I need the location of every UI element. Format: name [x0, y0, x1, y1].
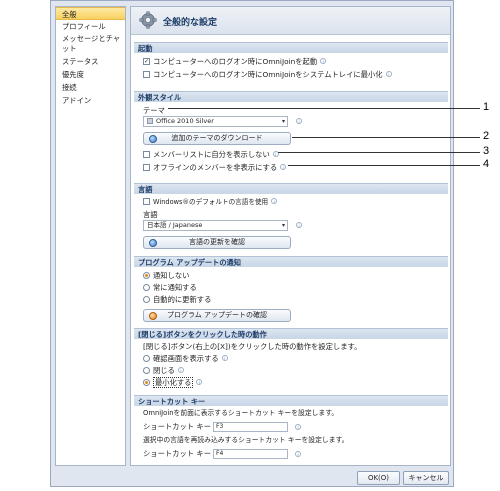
info-icon[interactable]: i: [296, 118, 302, 124]
info-icon[interactable]: i: [295, 424, 301, 430]
update-icon: [149, 312, 157, 320]
callout-line-1: [168, 108, 480, 109]
panel-header: 全般的な設定: [131, 7, 450, 35]
radio-auto[interactable]: [143, 295, 150, 303]
download-icon: [149, 135, 157, 143]
cancel-button[interactable]: キャンセル: [403, 471, 449, 485]
ok-button[interactable]: OK(O): [357, 471, 400, 485]
theme-icon: [147, 118, 153, 124]
info-icon[interactable]: i: [280, 164, 287, 170]
section-shortcut: ショートカット キー: [134, 395, 448, 406]
radio-minimize[interactable]: [143, 378, 150, 386]
info-icon[interactable]: i: [196, 379, 203, 385]
callout-2: 2: [483, 130, 490, 142]
settings-panel: 全般的な設定 起動 ✓ コンピューターへのログオン時にOmniJoinを起動 i コ…: [130, 6, 451, 466]
radio-close[interactable]: [143, 366, 150, 374]
theme-label: テーマ: [143, 106, 165, 115]
refresh-icon: [149, 239, 157, 247]
sidebar-item-messages[interactable]: メッセージとチャット: [56, 33, 125, 55]
sidebar-item-addins[interactable]: アドイン: [56, 94, 125, 107]
shortcut-desc-1: OmniJoinを前面に表示するショートカット キーを設定します。: [143, 409, 339, 417]
section-appearance: 外観スタイル: [134, 91, 448, 102]
close-option-close[interactable]: 閉じる i: [143, 365, 184, 376]
shortcut-key-label-1: ショートカット キー: [143, 422, 211, 431]
check-program-update-button[interactable]: プログラム アップデートの確認: [143, 309, 291, 322]
info-icon[interactable]: i: [385, 71, 392, 77]
section-startup: 起動: [134, 42, 448, 53]
startup-minimize-checkbox[interactable]: [143, 70, 150, 78]
radio-always[interactable]: [143, 283, 150, 291]
close-action-description: [閉じる]ボタン(右上の[X])をクリックした時の動作を設定します。: [143, 342, 362, 351]
update-option-always[interactable]: 常に通知する: [143, 282, 197, 293]
check-language-update-button[interactable]: 言語の更新を確認: [143, 236, 291, 249]
info-icon[interactable]: i: [296, 222, 302, 228]
language-label: 言語: [143, 210, 158, 219]
radio-never[interactable]: [143, 271, 150, 279]
sidebar-item-profile[interactable]: プロフィール: [56, 20, 125, 33]
callout-1: 1: [483, 101, 490, 113]
radio-confirm[interactable]: [143, 354, 150, 362]
chevron-down-icon[interactable]: ▾: [282, 221, 285, 230]
gear-icon: [139, 11, 157, 29]
download-themes-button[interactable]: 追加のテーマのダウンロード: [143, 132, 291, 145]
chevron-down-icon[interactable]: ▾: [282, 117, 285, 126]
info-icon[interactable]: i: [221, 355, 228, 361]
callout-line-4: [288, 165, 480, 166]
theme-select[interactable]: Office 2010 Silver ▾: [143, 116, 288, 127]
sidebar-item-connection[interactable]: 接続: [56, 81, 125, 94]
startup-launch-checkbox[interactable]: ✓: [143, 57, 150, 65]
info-icon[interactable]: i: [295, 451, 301, 457]
startup-minimize-option[interactable]: コンピューターへのログオン時にOmniJoinをシステムトレイに最小化 i: [143, 69, 392, 80]
callout-4: 4: [483, 158, 490, 170]
close-option-confirm[interactable]: 確認画面を表示する i: [143, 353, 228, 364]
callout-line-3: [278, 152, 480, 153]
update-option-never[interactable]: 通知しない: [143, 270, 189, 281]
shortcut-key-label-2: ショートカット キー: [143, 449, 211, 458]
hide-self-option[interactable]: メンバーリストに自分を表示しない i: [143, 149, 279, 160]
language-select[interactable]: 日本語 / Japanese ▾: [143, 220, 288, 231]
info-icon[interactable]: i: [177, 367, 184, 373]
sidebar-item-priority[interactable]: 優先度: [56, 68, 125, 81]
info-icon[interactable]: i: [320, 58, 327, 64]
use-windows-language-option[interactable]: Windows®のデフォルトの言語を使用 i: [143, 197, 278, 208]
hide-offline-option[interactable]: オフラインのメンバーを非表示にする i: [143, 162, 287, 173]
sidebar-item-general[interactable]: 全般: [56, 7, 125, 20]
section-language: 言語: [134, 183, 448, 194]
shortcut-key-field-1[interactable]: F3: [213, 422, 288, 432]
close-option-minimize[interactable]: 最小化する i: [143, 377, 203, 388]
settings-window: 全般 プロフィール メッセージとチャット ステータス 優先度 接続 アドイン 全…: [50, 0, 454, 487]
shortcut-desc-2: 選択中の言語を再読み込みするショートカット キーを設定します。: [143, 436, 349, 444]
use-windows-language-checkbox[interactable]: [143, 197, 150, 205]
startup-launch-option[interactable]: ✓ コンピューターへのログオン時にOmniJoinを起動 i: [143, 56, 327, 67]
shortcut-key-field-2[interactable]: F4: [213, 449, 288, 459]
hide-self-checkbox[interactable]: [143, 150, 150, 158]
callout-line-2: [292, 137, 480, 138]
info-icon[interactable]: i: [271, 198, 278, 204]
hide-offline-checkbox[interactable]: [143, 163, 150, 171]
sidebar: 全般 プロフィール メッセージとチャット ステータス 優先度 接続 アドイン: [55, 6, 126, 466]
section-program-update: プログラム アップデートの通知: [134, 256, 448, 267]
section-close-action: [閉じる]ボタンをクリックした時の動作: [134, 328, 448, 339]
page-title: 全般的な設定: [163, 18, 218, 28]
callout-3: 3: [483, 145, 490, 157]
update-option-auto[interactable]: 自動的に更新する: [143, 294, 211, 305]
sidebar-item-status[interactable]: ステータス: [56, 55, 125, 68]
